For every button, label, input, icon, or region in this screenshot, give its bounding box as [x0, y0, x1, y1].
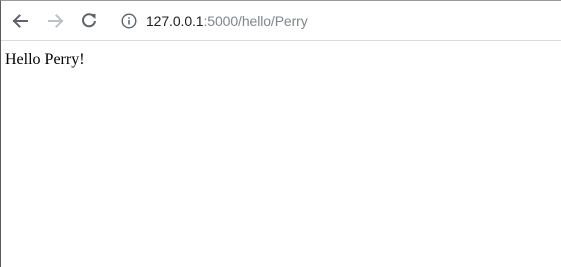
- url-host: 127.0.0.1: [146, 13, 204, 29]
- forward-button[interactable]: [46, 11, 66, 31]
- browser-toolbar: 127.0.0.1:5000/hello/Perry: [1, 1, 561, 41]
- info-icon[interactable]: [121, 13, 137, 29]
- browser-window: 127.0.0.1:5000/hello/Perry Hello Perry!: [0, 0, 561, 267]
- url-path: :5000/hello/Perry: [203, 13, 308, 29]
- greeting-text: Hello Perry!: [5, 51, 85, 68]
- address-bar[interactable]: 127.0.0.1:5000/hello/Perry: [113, 5, 561, 37]
- reload-icon: [82, 13, 96, 28]
- page-content: Hello Perry!: [5, 50, 85, 69]
- back-button[interactable]: [10, 11, 30, 31]
- arrow-left-icon: [12, 14, 28, 28]
- arrow-right-icon: [48, 14, 64, 28]
- reload-button[interactable]: [79, 11, 99, 31]
- url-text[interactable]: 127.0.0.1:5000/hello/Perry: [146, 12, 308, 30]
